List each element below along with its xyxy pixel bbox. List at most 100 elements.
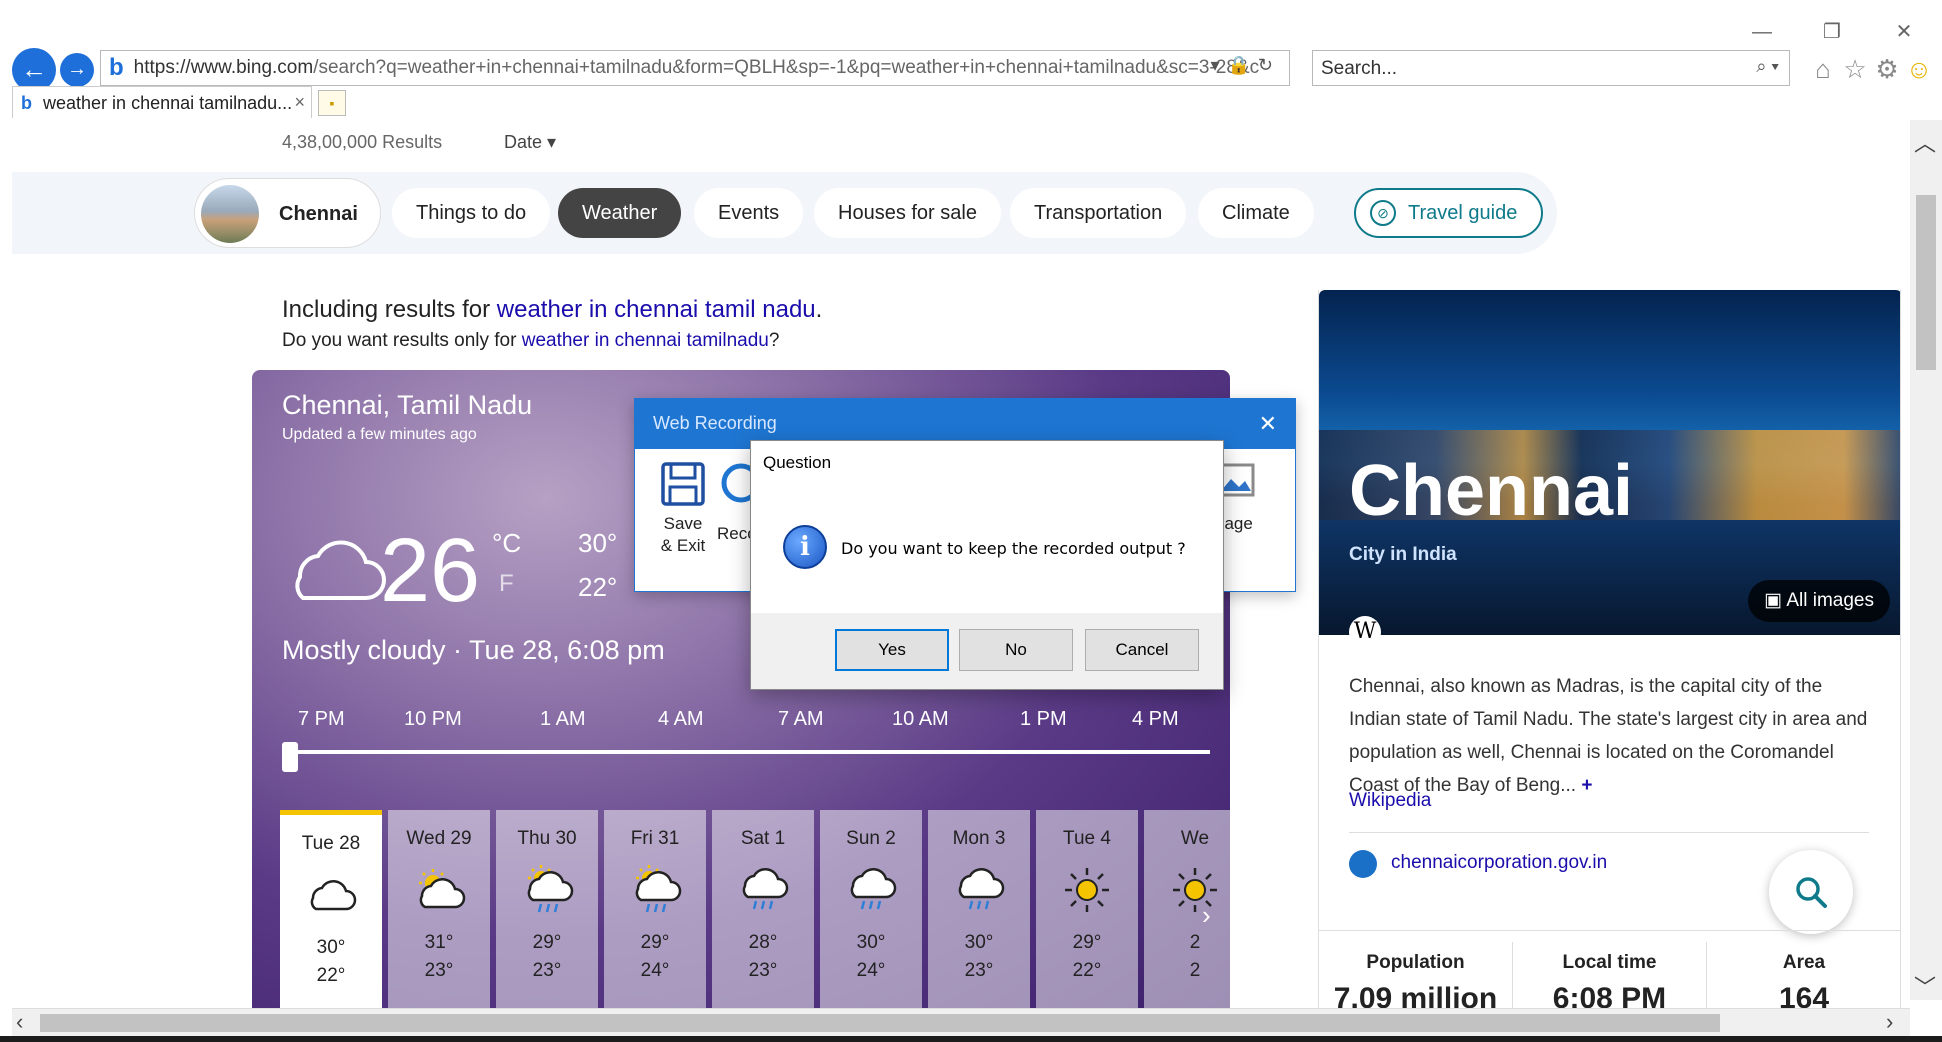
forecast-day-tile[interactable]: Tue 28 30° 22°: [280, 810, 382, 1010]
wikipedia-icon: W: [1349, 616, 1381, 648]
chip-climate[interactable]: Climate: [1198, 188, 1314, 238]
partly-sunny-icon: [388, 860, 490, 920]
scroll-left-icon[interactable]: ‹: [16, 1009, 23, 1035]
expand-description-button[interactable]: +: [1581, 775, 1592, 796]
forecast-day-tile[interactable]: Fri 31 29° 24°: [604, 810, 706, 1010]
floppy-disk-icon: [661, 462, 705, 506]
images-icon: ▣: [1764, 590, 1783, 611]
favorites-star-icon[interactable]: ☆: [1840, 54, 1870, 84]
forecast-high: 30°: [856, 932, 886, 953]
weather-condition: Mostly cloudy · Tue 28, 6:08 pm: [282, 635, 665, 665]
dropdown-icon[interactable]: ▾: [1210, 55, 1227, 75]
horizontal-scroll-thumb[interactable]: [40, 1014, 1720, 1032]
forecast-day-tile[interactable]: Sat 1 28° 23°: [712, 810, 814, 1010]
new-tab-icon: ▪: [329, 95, 335, 111]
hour-label: 7 AM: [778, 708, 824, 730]
panel-subtitle: City in India: [1349, 544, 1457, 565]
close-icon[interactable]: ✕: [1259, 411, 1277, 437]
rain-icon: [712, 860, 814, 920]
knowledge-panel: Chennai City in India ▣ All images W Che…: [1318, 290, 1901, 1010]
chip-houses-for-sale[interactable]: Houses for sale: [814, 188, 1001, 238]
no-button[interactable]: No: [959, 629, 1073, 671]
scroll-right-icon[interactable]: ›: [1886, 1009, 1893, 1035]
forecast-day-tile[interactable]: We 2 2: [1144, 810, 1230, 1010]
exit-label: & Exit: [660, 536, 706, 555]
sun-rain-icon: [604, 860, 706, 920]
chip-events[interactable]: Events: [694, 188, 804, 238]
forecast-day-tile[interactable]: Tue 4 29° 22°: [1036, 810, 1138, 1010]
search-icon[interactable]: ⌕ ▾: [1756, 56, 1779, 77]
hour-label: 7 PM: [298, 708, 345, 730]
weather-location: Chennai, Tamil Nadu: [282, 390, 533, 420]
address-bar[interactable]: b https://www.bing.com/search?q=weather+…: [100, 50, 1290, 86]
lock-icon[interactable]: 🔒: [1227, 55, 1257, 75]
tab-close-icon[interactable]: ×: [294, 92, 305, 113]
minimize-button[interactable]: —: [1742, 22, 1782, 42]
restore-button[interactable]: ❐: [1812, 22, 1852, 42]
forecast-day-name: We: [1180, 828, 1210, 849]
including-results-link[interactable]: weather in chennai tamil nadu: [497, 296, 816, 323]
visual-search-button[interactable]: [1769, 850, 1853, 934]
wikipedia-link[interactable]: Wikipedia: [1349, 790, 1431, 812]
chip-travel-guide[interactable]: ⊘ Travel guide: [1354, 188, 1544, 238]
chip-weather[interactable]: Weather: [558, 188, 682, 238]
horizontal-scrollbar[interactable]: ‹ ›: [12, 1008, 1910, 1036]
forecast-low: 23°: [748, 960, 778, 981]
all-images-button[interactable]: ▣ All images: [1748, 580, 1890, 622]
forecast-day-tile[interactable]: Sun 2 30° 24°: [820, 810, 922, 1010]
fact-value: 7.09 million: [1333, 982, 1498, 1010]
vertical-scrollbar[interactable]: ︿ ﹀: [1910, 120, 1942, 1000]
forecast-low: 24°: [640, 960, 670, 981]
date-filter[interactable]: Date ▾: [504, 132, 556, 153]
vertical-scroll-thumb[interactable]: [1916, 195, 1936, 370]
unit-fahrenheit[interactable]: F: [499, 570, 514, 598]
fact-label: Area: [1782, 952, 1826, 973]
forecast-day-name: Sat 1: [740, 828, 786, 849]
forecast-day-tile[interactable]: Wed 29 31° 23°: [388, 810, 490, 1010]
chip-transportation[interactable]: Transportation: [1010, 188, 1187, 238]
fact-value: 6:08 PM: [1552, 982, 1667, 1010]
forecast-day-name: Wed 29: [406, 828, 472, 849]
forecast-low: 23°: [964, 960, 994, 981]
new-tab-button[interactable]: ▪: [318, 90, 346, 116]
question-dialog: Question i Do you want to keep the recor…: [750, 440, 1224, 690]
results-only-line: Do you want results only for weather in …: [282, 330, 779, 352]
search-icon: [1796, 877, 1827, 908]
home-icon[interactable]: ⌂: [1808, 54, 1838, 84]
browser-search-input[interactable]: Search... ⌕ ▾: [1312, 50, 1790, 86]
chip-chennai[interactable]: Chennai: [194, 178, 381, 248]
facts-divider: [1319, 930, 1900, 931]
question-dialog-body: Question i Do you want to keep the recor…: [751, 441, 1223, 613]
forecast-high: 29°: [532, 932, 562, 953]
browser-tab[interactable]: b weather in chennai tamilnadu... ×: [12, 86, 312, 118]
unit-celsius[interactable]: °C: [492, 528, 521, 559]
travel-guide-label: Travel guide: [1408, 202, 1518, 224]
next-days-chevron-icon[interactable]: ›: [1202, 900, 1211, 931]
forecast-day-name: Fri 31: [630, 828, 680, 849]
yes-button[interactable]: Yes: [835, 629, 949, 671]
cancel-button[interactable]: Cancel: [1085, 629, 1199, 671]
chip-things-to-do[interactable]: Things to do: [392, 188, 551, 238]
fact-local-time: Local time 6:08 PM: [1513, 942, 1707, 1010]
close-window-button[interactable]: ✕: [1884, 22, 1924, 42]
address-url-host: https://www.bing.com: [133, 57, 314, 78]
official-site-link[interactable]: chennaicorporation.gov.in: [1349, 850, 1607, 878]
results-only-link[interactable]: weather in chennai tamilnadu: [522, 330, 769, 351]
feedback-smiley-icon[interactable]: ☺: [1904, 54, 1934, 84]
forecast-day-tile[interactable]: Mon 3 30° 23°: [928, 810, 1030, 1010]
hourly-timeline-track[interactable]: [290, 750, 1210, 754]
browser-chrome: — ❐ ✕ ← → b https://www.bing.com/search?…: [0, 0, 1942, 120]
hourly-timeline-handle[interactable]: [282, 742, 298, 772]
settings-gear-icon[interactable]: ⚙: [1872, 54, 1902, 84]
scroll-down-icon[interactable]: ﹀: [1914, 970, 1936, 1002]
forecast-day-name: Mon 3: [952, 828, 1006, 849]
forward-button[interactable]: →: [60, 53, 94, 87]
refresh-icon[interactable]: ↻: [1258, 55, 1281, 75]
save-exit-button[interactable]: Save & Exit: [653, 461, 713, 557]
forecast-high: 29°: [1072, 932, 1102, 953]
panel-description: Chennai, also known as Madras, is the ca…: [1349, 670, 1869, 802]
forecast-day-tile[interactable]: Thu 30 29° 23°: [496, 810, 598, 1010]
forecast-high: 29°: [640, 932, 670, 953]
scroll-up-icon[interactable]: ︿: [1914, 126, 1936, 158]
hero-image[interactable]: Chennai City in India ▣ All images: [1319, 290, 1900, 635]
